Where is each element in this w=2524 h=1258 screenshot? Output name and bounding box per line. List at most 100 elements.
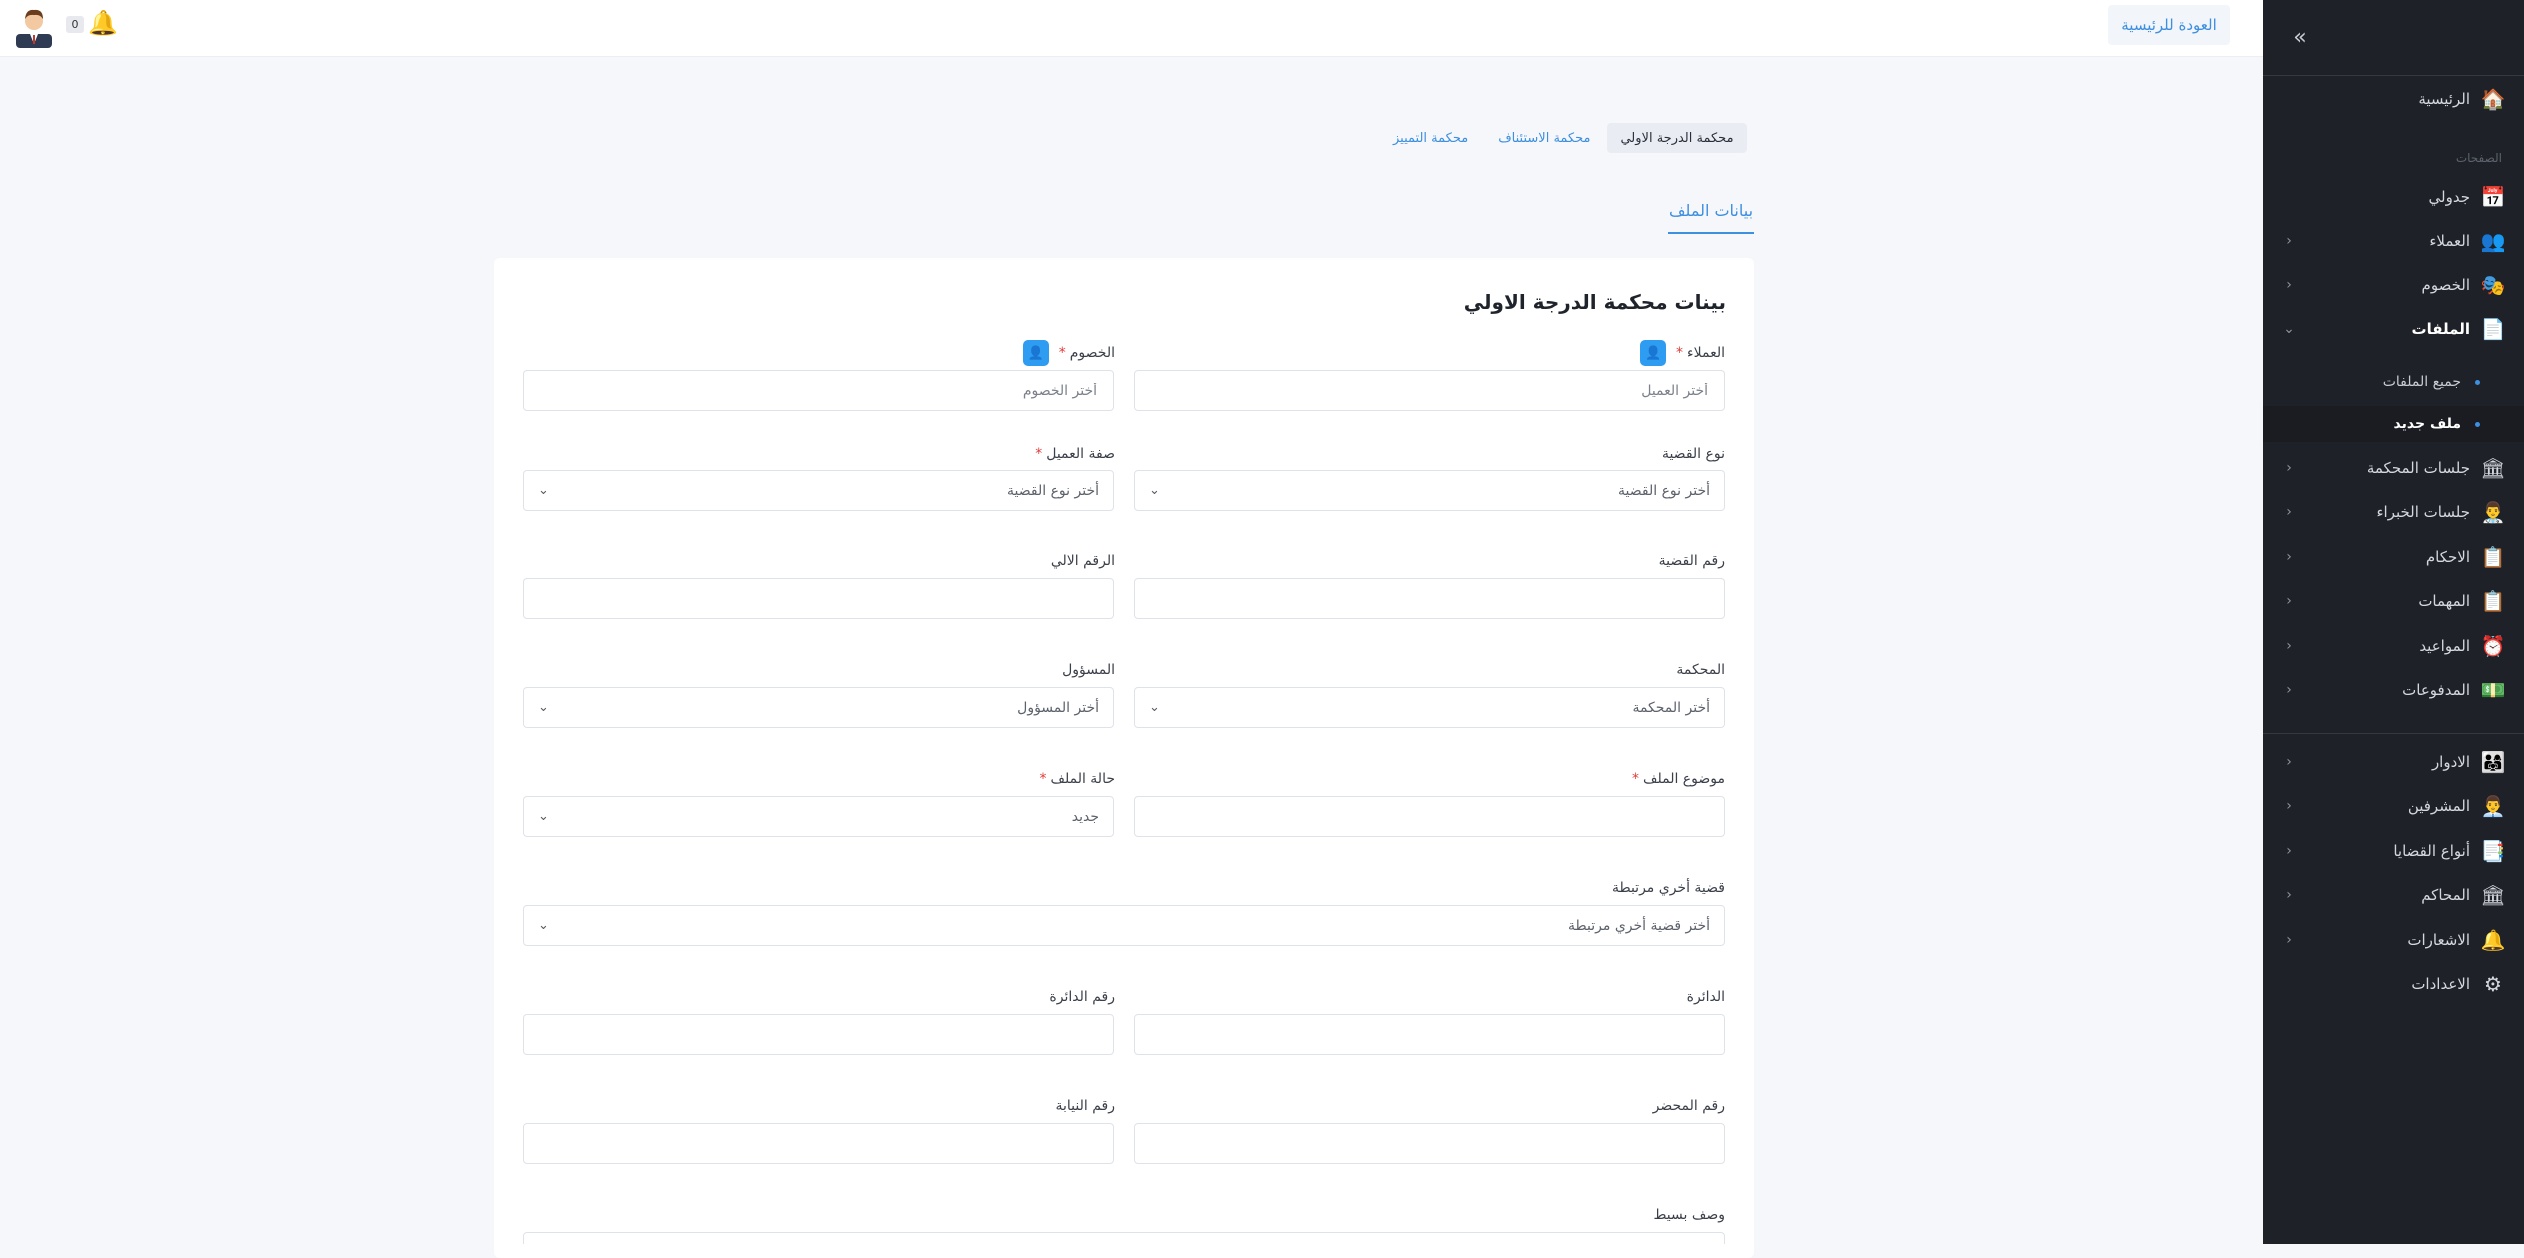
- select-value: جديد: [1071, 808, 1099, 825]
- sidebar-item-home[interactable]: 🏠 الرئيسية: [2263, 79, 2524, 119]
- sidebar-item-label: المدفوعات: [2402, 681, 2470, 699]
- clients-icon: 👥: [2480, 229, 2506, 253]
- avatar[interactable]: [16, 4, 52, 48]
- clients-input[interactable]: [1149, 371, 1710, 410]
- select-value: أختر المحكمة: [1632, 699, 1710, 716]
- label-text: المسؤول: [1062, 662, 1115, 678]
- sidebar-subitem-new-file[interactable]: ملف جديد: [2263, 406, 2524, 442]
- circuit-number-field[interactable]: [523, 1014, 1114, 1055]
- label-text: وصف بسيط: [1653, 1207, 1726, 1223]
- case-type-select[interactable]: أختر نوع القضية ⌄: [1134, 470, 1725, 511]
- sidebar-item-notifications[interactable]: 🔔 الاشعارات ‹: [2263, 920, 2524, 960]
- chevron-down-icon: ⌄: [538, 918, 549, 933]
- roles-icon: 👨‍👩‍👧: [2480, 750, 2506, 774]
- sidebar-item-label: جدولي: [2428, 188, 2470, 206]
- sidebar-item-label: العملاء: [2429, 232, 2470, 250]
- tab-cassation[interactable]: محكمة التمييز: [1380, 123, 1481, 153]
- alarm-clock-icon: ⏰: [2480, 634, 2506, 658]
- sidebar-item-tasks[interactable]: 📋 المهمات ‹: [2263, 581, 2524, 621]
- tab-appeal[interactable]: محكمة الاستئناف: [1485, 123, 1603, 153]
- sidebar-item-appointments[interactable]: ⏰ المواعيد ‹: [2263, 626, 2524, 666]
- collapse-sidebar-icon[interactable]: »: [2287, 25, 2313, 51]
- tab-file-data[interactable]: بيانات الملف: [1668, 188, 1754, 234]
- description-field[interactable]: [523, 1232, 1725, 1244]
- sidebar-item-clients[interactable]: 👥 العملاء ‹: [2263, 221, 2524, 261]
- sidebar-item-courts[interactable]: 🏛 المحاكم ‹: [2263, 875, 2524, 915]
- case-number-field[interactable]: [1134, 578, 1725, 619]
- add-opponent-button[interactable]: 👤: [1022, 340, 1049, 366]
- sidebar-item-label: المحاكم: [2421, 886, 2470, 904]
- chevron-left-icon: ‹: [2286, 460, 2292, 476]
- court-label: المحكمة: [1676, 659, 1725, 681]
- document-icon: 📄: [2480, 317, 2506, 341]
- sidebar: » 🏠 الرئيسية الصفحات 📅 جدولي 👥 العملاء ‹…: [2263, 0, 2524, 1244]
- responsible-label: المسؤول: [1062, 659, 1115, 681]
- chevron-down-icon: ⌄: [538, 483, 549, 498]
- back-home-button[interactable]: العودة للرئيسية: [2108, 5, 2230, 45]
- gear-icon: ⚙: [2484, 972, 2502, 996]
- sidebar-item-payments[interactable]: 💵 المدفوعات ‹: [2263, 670, 2524, 710]
- chevron-left-icon: ‹: [2286, 549, 2292, 565]
- description-label: وصف بسيط: [1654, 1204, 1726, 1226]
- report-number-field[interactable]: [1134, 1123, 1725, 1164]
- subject-input[interactable]: [1149, 797, 1710, 836]
- circuit-number-input[interactable]: [538, 1015, 1099, 1054]
- opponents-input[interactable]: [538, 371, 1099, 410]
- prosecution-number-input[interactable]: [538, 1124, 1099, 1163]
- sidebar-item-case-types[interactable]: 📑 أنواع القضايا ‹: [2263, 831, 2524, 871]
- client-capacity-select[interactable]: أختر نوع القضية ⌄: [523, 470, 1114, 511]
- case-number-label: رقم القضية: [1659, 550, 1725, 572]
- sidebar-item-supervisors[interactable]: 👨‍💼 المشرفين ‹: [2263, 786, 2524, 826]
- select-value: أختر قضية أخري مرتبطة: [1568, 917, 1710, 934]
- auto-number-input[interactable]: [538, 579, 1099, 618]
- related-case-label: قضية أخري مرتبطة: [1612, 877, 1725, 899]
- bell-icon: 🔔: [2480, 928, 2506, 952]
- required-mark: *: [1676, 345, 1684, 361]
- add-client-button[interactable]: 👤: [1640, 340, 1667, 366]
- prosecution-number-field[interactable]: [523, 1123, 1114, 1164]
- sidebar-subitem-label: جميع الملفات: [2382, 374, 2461, 390]
- chevron-left-icon: ‹: [2286, 798, 2292, 814]
- case-number-input[interactable]: [1149, 579, 1710, 618]
- sidebar-item-court-sessions[interactable]: 🏛 جلسات المحكمة ‹: [2263, 448, 2524, 488]
- form-title: بينات محكمة الدرجة الاولي: [1463, 290, 1726, 314]
- case-type-label: نوع القضية: [1662, 443, 1725, 465]
- sidebar-item-label: الاعدادات: [2411, 975, 2470, 993]
- sidebar-item-files[interactable]: 📄 الملفات ⌄: [2263, 309, 2524, 349]
- sidebar-item-roles[interactable]: 👨‍👩‍👧 الادوار ‹: [2263, 742, 2524, 782]
- opponents-select[interactable]: [523, 370, 1114, 411]
- sidebar-item-rulings[interactable]: 📋 الاحكام ‹: [2263, 537, 2524, 577]
- sidebar-item-schedule[interactable]: 📅 جدولي: [2263, 177, 2524, 217]
- report-number-input[interactable]: [1149, 1124, 1710, 1163]
- sidebar-divider: [2263, 733, 2524, 734]
- sidebar-subitem-all-files[interactable]: جميع الملفات: [2263, 364, 2524, 400]
- sidebar-item-expert-sessions[interactable]: 👨‍⚕️ جلسات الخبراء ‹: [2263, 492, 2524, 532]
- clients-select[interactable]: [1134, 370, 1725, 411]
- court-select[interactable]: أختر المحكمة ⌄: [1134, 687, 1725, 728]
- sidebar-item-label: الخصوم: [2421, 276, 2470, 294]
- case-types-icon: 📑: [2480, 839, 2506, 863]
- chevron-left-icon: ‹: [2286, 277, 2292, 293]
- bell-icon[interactable]: 🔔: [88, 8, 118, 38]
- auto-number-field[interactable]: [523, 578, 1114, 619]
- calendar-icon: 📅: [2480, 185, 2506, 209]
- status-select[interactable]: جديد ⌄: [523, 796, 1114, 837]
- client-capacity-label: صفة العميل *: [1035, 443, 1115, 465]
- sidebar-item-settings[interactable]: ⚙ الاعدادات: [2263, 964, 2524, 1004]
- related-case-select[interactable]: أختر قضية أخري مرتبطة ⌄: [523, 905, 1725, 946]
- court-session-icon: 🏛: [2480, 456, 2506, 480]
- responsible-select[interactable]: أختر المسؤول ⌄: [523, 687, 1114, 728]
- subject-field[interactable]: [1134, 796, 1725, 837]
- circuit-input[interactable]: [1149, 1015, 1710, 1054]
- bullet-icon: [2475, 421, 2480, 427]
- status-label: حالة الملف *: [1039, 768, 1115, 790]
- tab-first-instance[interactable]: محكمة الدرجة الاولي: [1607, 123, 1747, 153]
- auto-number-label: الرقم الالي: [1051, 550, 1115, 572]
- sidebar-item-opponents[interactable]: 🎭 الخصوم ‹: [2263, 265, 2524, 305]
- select-value: أختر نوع القضية: [1618, 482, 1710, 499]
- prosecution-number-label: رقم النيابة: [1056, 1095, 1116, 1117]
- circuit-field[interactable]: [1134, 1014, 1725, 1055]
- subject-label: موضوع الملف *: [1632, 768, 1725, 790]
- required-mark: *: [1035, 446, 1043, 462]
- clients-label: العملاء * 👤: [1640, 340, 1725, 366]
